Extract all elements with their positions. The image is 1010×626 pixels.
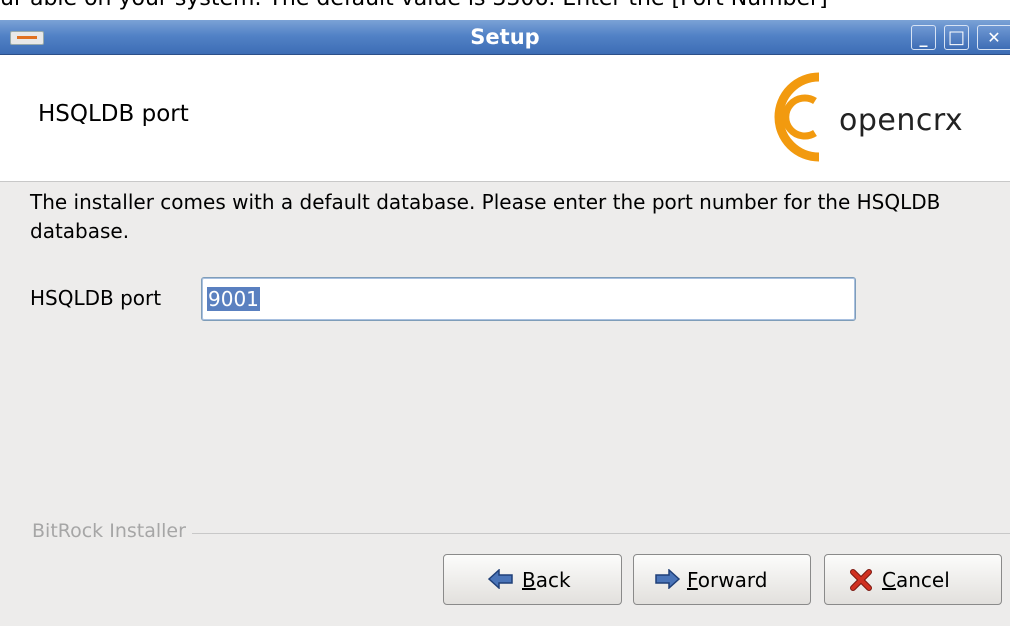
forward-button[interactable]: Forward	[633, 554, 811, 605]
maximize-button[interactable]: □	[944, 25, 969, 50]
minimize-icon: _	[919, 28, 928, 47]
forward-label: Forward	[687, 568, 768, 592]
hsqldb-port-value: 9001	[207, 287, 260, 311]
back-label: Back	[522, 568, 571, 592]
close-icon: ✕	[987, 28, 1001, 47]
cancel-label: Cancel	[882, 568, 950, 592]
window-title: Setup	[470, 25, 540, 49]
hsqldb-port-label: HSQLDB port	[30, 286, 162, 310]
page-header: HSQLDB port opencrx	[0, 55, 1010, 182]
hsqldb-port-input[interactable]: 9001	[201, 277, 856, 321]
red-x-icon	[849, 568, 873, 597]
background-text: ur able on your system. The default valu…	[0, 0, 828, 11]
title-bar[interactable]: Setup _ □ ✕	[0, 20, 1010, 55]
logo-text: opencrx	[839, 103, 964, 138]
opencrx-logo-mark	[774, 72, 820, 162]
back-button[interactable]: Back	[443, 554, 622, 605]
close-button[interactable]: ✕	[977, 25, 1010, 50]
arrow-right-icon	[654, 568, 681, 594]
opencrx-logo: opencrx	[757, 63, 1010, 171]
description-text: The installer comes with a default datab…	[30, 190, 941, 243]
installer-brand-label: BitRock Installer	[32, 520, 192, 542]
maximize-icon: □	[947, 27, 965, 48]
setup-window: Setup _ □ ✕ HSQLDB port opencrx The inst…	[0, 20, 1010, 626]
arrow-left-icon	[487, 568, 514, 594]
background-window-strip: ur able on your system. The default valu…	[0, 0, 1010, 20]
cancel-button[interactable]: Cancel	[824, 554, 1002, 605]
page-title: HSQLDB port	[38, 101, 189, 127]
minimize-button[interactable]: _	[911, 25, 936, 50]
